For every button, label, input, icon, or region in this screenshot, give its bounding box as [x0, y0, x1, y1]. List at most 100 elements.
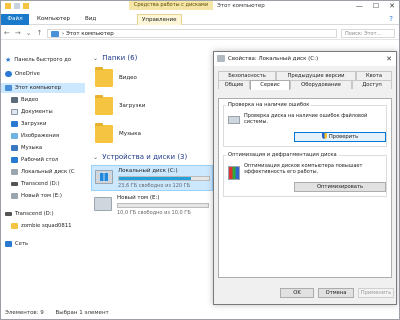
- optimize-button[interactable]: Оптимизировать: [294, 182, 386, 192]
- sidebar-item-label: OneDrive: [15, 71, 40, 77]
- error-check-text: Проверка диска на наличие ошибок файлово…: [244, 113, 368, 125]
- sidebar-item-quick-access[interactable]: ★ Панель быстрого до: [5, 55, 71, 65]
- sidebar-item-label: Локальный диск (С: [21, 169, 75, 175]
- properties-icon[interactable]: [14, 3, 20, 9]
- drive-usage-bar: [118, 176, 210, 181]
- uac-shield-icon: [321, 133, 327, 139]
- tab-general[interactable]: Общие: [218, 80, 250, 89]
- tab-manage[interactable]: Управление: [137, 14, 182, 25]
- maximize-icon[interactable]: ☐: [373, 2, 379, 10]
- sidebar-item-music[interactable]: Музыка: [11, 143, 42, 153]
- tab-computer[interactable]: Компьютер: [33, 14, 74, 25]
- sidebar-item-videos[interactable]: Видео: [11, 95, 38, 105]
- tab-sharing[interactable]: Доступ: [352, 80, 392, 89]
- usb-drive-icon: [5, 212, 12, 216]
- search-input[interactable]: Поиск: Этот...: [341, 29, 395, 38]
- sidebar-item-documents[interactable]: Документы: [11, 107, 53, 117]
- folder-item-music[interactable]: Музыка: [95, 123, 195, 147]
- explorer-window: Средства работы с дисками Этот компьютер…: [0, 0, 400, 320]
- minimize-icon[interactable]: —: [356, 2, 363, 10]
- drive-item-e[interactable]: Новый том (E:) 10,0 ГБ свободно из 10,0 …: [91, 193, 213, 219]
- drive-icon: [11, 169, 18, 175]
- chevron-down-icon: ⌄: [93, 154, 99, 161]
- drive-usage-bar: [117, 203, 209, 208]
- up-icon[interactable]: ↑: [37, 29, 43, 37]
- quick-access-toolbar: [5, 3, 29, 9]
- folders-header-label: Папки (6): [102, 54, 138, 62]
- sidebar-item-label: Transcend (D:): [15, 211, 54, 217]
- item-count: Элементов: 9: [5, 310, 44, 316]
- sidebar-item-label: Загрузки: [21, 121, 47, 127]
- forward-icon[interactable]: →: [15, 29, 21, 37]
- tab-quota[interactable]: Квота: [356, 71, 392, 80]
- sidebar-item-transcend-d[interactable]: Transcend (D:): [11, 179, 60, 189]
- folder-item-videos[interactable]: Видео: [95, 67, 195, 91]
- sidebar-item-desktop[interactable]: Рабочий стол: [11, 155, 58, 165]
- error-check-title: Проверка на наличие ошибок: [226, 102, 312, 108]
- sidebar-item-onedrive[interactable]: OneDrive: [5, 69, 40, 79]
- drive-usage-fill: [119, 177, 191, 180]
- sidebar-item-label: Transcend (D:): [21, 181, 60, 187]
- sidebar-item-transcend-d-root[interactable]: Transcend (D:): [5, 209, 54, 219]
- folder-item-downloads[interactable]: Загрузки: [95, 95, 195, 119]
- tab-previous-versions[interactable]: Предыдущие версии: [276, 71, 356, 80]
- recent-chevron-icon[interactable]: ⌄: [26, 29, 32, 37]
- tab-security[interactable]: Безопасность: [218, 71, 276, 80]
- ok-button[interactable]: OK: [280, 288, 314, 298]
- selected-count: Выбран 1 элемент: [55, 310, 109, 316]
- address-input[interactable]: › Этот компьютер: [47, 29, 337, 38]
- picture-icon: [11, 133, 18, 139]
- navigation-pane: ★ Панель быстрого до OneDrive Этот компь…: [1, 49, 87, 305]
- sidebar-item-label: Музыка: [21, 145, 43, 151]
- sidebar-item-this-pc[interactable]: Этот компьютер: [1, 83, 85, 93]
- folders-group-header[interactable]: ⌄ Папки (6): [93, 54, 137, 62]
- computer-icon: [5, 85, 12, 91]
- folder-label: Видео: [119, 75, 137, 81]
- document-icon: [11, 109, 18, 115]
- video-folder-icon: [95, 67, 113, 87]
- folder-icon: [11, 223, 18, 229]
- network-icon: [5, 241, 12, 247]
- sidebar-item-local-disk-c[interactable]: Локальный диск (С: [11, 167, 75, 177]
- new-folder-icon[interactable]: [23, 3, 29, 9]
- help-icon[interactable]: ?: [389, 15, 393, 23]
- drive-free-space: 10,0 ГБ свободно из 10,0 ГБ: [117, 210, 191, 216]
- apply-button[interactable]: Применить: [358, 288, 394, 298]
- service-tab-panel: Проверка на наличие ошибок Проверка диск…: [218, 98, 392, 278]
- sidebar-item-downloads[interactable]: Загрузки: [11, 119, 46, 129]
- drive-icon: [11, 193, 18, 199]
- sidebar-item-network[interactable]: Сеть: [5, 239, 28, 249]
- computer-icon: [51, 31, 59, 37]
- downloads-folder-icon: [95, 95, 113, 115]
- folder-label: Загрузки: [119, 103, 146, 109]
- drive-item-c[interactable]: Локальный диск (C:) 23,6 ГБ свободно из …: [91, 165, 213, 191]
- usb-drive-icon: [11, 182, 18, 186]
- video-icon: [11, 97, 18, 103]
- tab-hardware[interactable]: Оборудование: [290, 80, 352, 89]
- ribbon-tabs: Файл Компьютер Вид Управление ?: [1, 14, 399, 25]
- sidebar-item-label: Сеть: [15, 241, 29, 247]
- sidebar-item-new-volume-e[interactable]: Новый том (E:): [11, 191, 62, 201]
- drive-icon: [217, 55, 225, 62]
- chevron-down-icon: ⌄: [93, 55, 99, 62]
- sidebar-item-label: zombie squad0811: [21, 223, 72, 229]
- tab-service[interactable]: Сервис: [250, 80, 290, 90]
- address-bar: ← → ⌄ ↑ › Этот компьютер Поиск: Этот...: [1, 27, 399, 40]
- address-path: › Этот компьютер: [62, 31, 114, 37]
- close-icon[interactable]: ✕: [386, 52, 392, 66]
- close-icon[interactable]: ✕: [389, 2, 395, 10]
- check-button[interactable]: Проверить: [294, 132, 386, 142]
- music-icon: [11, 145, 18, 151]
- status-bar: Элементов: 9 Выбран 1 элемент: [1, 307, 399, 320]
- drives-group-header[interactable]: ⌄ Устройства и диски (3): [93, 153, 187, 161]
- desktop-icon: [11, 157, 18, 163]
- back-icon[interactable]: ←: [4, 29, 10, 37]
- tab-file[interactable]: Файл: [1, 14, 29, 25]
- cloud-icon: [5, 71, 12, 77]
- sidebar-item-zombie-squad[interactable]: zombie squad0811: [11, 221, 72, 231]
- cancel-button[interactable]: Отмена: [318, 288, 354, 298]
- drive-name: Новый том (E:): [117, 195, 160, 201]
- sidebar-item-pictures[interactable]: Изображения: [11, 131, 59, 141]
- folder-icon[interactable]: [5, 3, 11, 9]
- tab-view[interactable]: Вид: [81, 14, 100, 25]
